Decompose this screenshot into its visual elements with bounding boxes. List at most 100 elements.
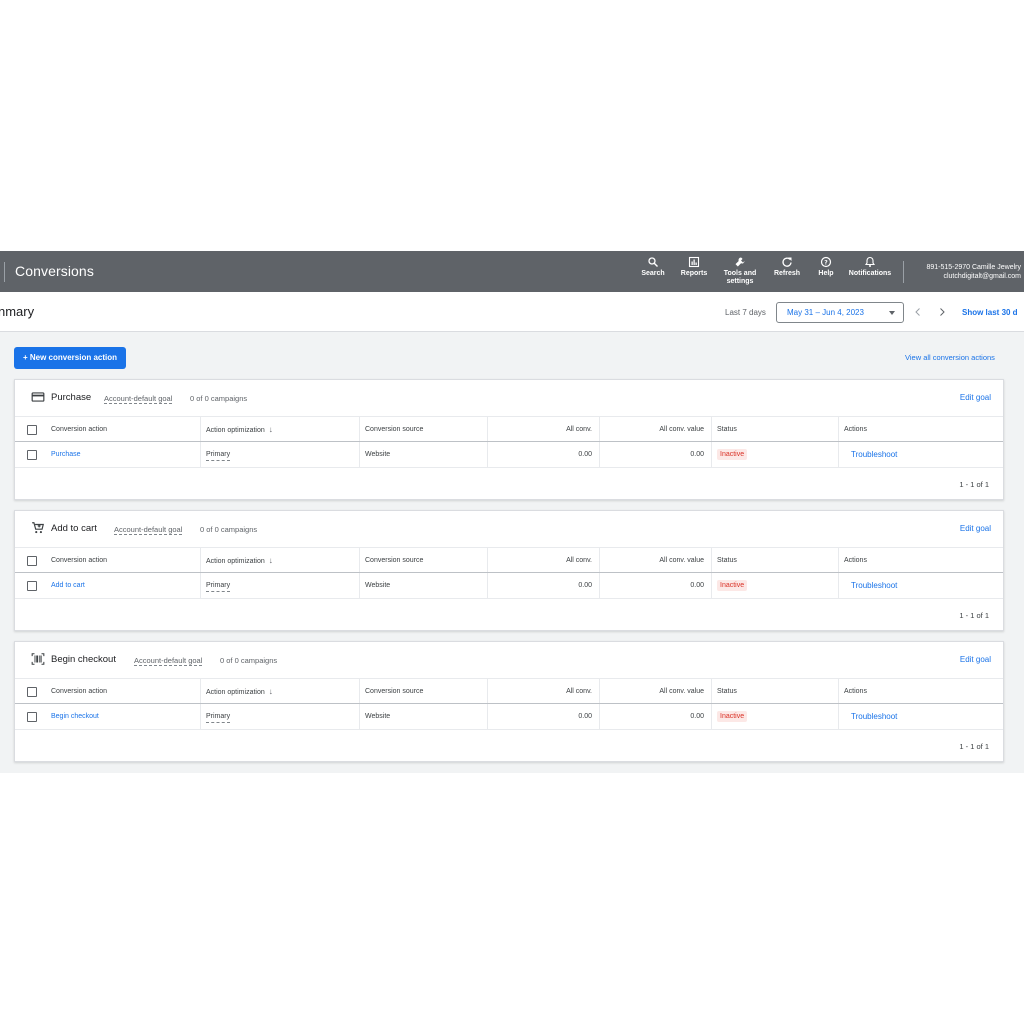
- divider: [903, 261, 904, 283]
- select-all-checkbox[interactable]: [27, 556, 37, 566]
- col-all-conv-value[interactable]: All conv. value: [659, 548, 704, 572]
- goal-name: Purchase: [51, 392, 92, 403]
- col-conversion-action[interactable]: Conversion action: [51, 679, 107, 703]
- divider: [200, 417, 201, 441]
- col-conversion-source[interactable]: Conversion source: [365, 417, 423, 441]
- account-info[interactable]: 891-515-2970 Camille Jewelry clutchdigit…: [903, 261, 1021, 283]
- reports-icon: [688, 256, 700, 268]
- caret-down-icon: [889, 311, 895, 315]
- col-actions: Actions: [844, 426, 867, 433]
- col-conversion-source[interactable]: Conversion source: [365, 548, 423, 572]
- edit-goal-link[interactable]: Edit goal: [960, 524, 991, 533]
- divider: [4, 262, 5, 282]
- conversion-source-value: Website: [365, 713, 391, 720]
- account-name: 891-515-2970 Camille Jewelry: [926, 264, 1021, 271]
- goal-campaign-count: 0 of 0 campaigns: [220, 656, 278, 665]
- goal-name: Begin checkout: [51, 654, 116, 665]
- help-label: Help: [818, 270, 834, 277]
- new-conversion-action-button[interactable]: + New conversion action: [14, 347, 126, 369]
- divider: [711, 573, 712, 598]
- divider: [487, 573, 488, 598]
- conversion-action-link[interactable]: Purchase: [51, 442, 81, 467]
- goal-name: Add to cart: [51, 523, 97, 534]
- row-checkbox[interactable]: [27, 712, 37, 722]
- col-status[interactable]: Status: [717, 417, 737, 441]
- divider: [838, 548, 839, 572]
- col-all-conv[interactable]: All conv.: [566, 679, 592, 703]
- col-conversion-action[interactable]: Conversion action: [51, 548, 107, 572]
- top-bar: Conversions Search Reports Tools and set…: [0, 251, 1024, 292]
- row-checkbox[interactable]: [27, 450, 37, 460]
- goal-tag[interactable]: Account-default goal: [114, 525, 183, 535]
- troubleshoot-link[interactable]: Troubleshoot: [851, 573, 897, 598]
- barcode-icon: [31, 653, 45, 665]
- divider: [200, 573, 201, 598]
- all-conv-value-amount: 0.00: [690, 582, 704, 589]
- col-conversion-action[interactable]: Conversion action: [51, 417, 107, 441]
- sort-arrow-icon: ↓: [268, 687, 273, 696]
- show-last-30-days-link[interactable]: Show last 30 d: [962, 308, 1018, 317]
- goal-card-add-to-cart: Add to cart Account-default goal 0 of 0 …: [14, 510, 1004, 631]
- all-conv-value-amount: 0.00: [690, 713, 704, 720]
- view-all-conversion-actions-link[interactable]: View all conversion actions: [905, 353, 995, 362]
- help-button[interactable]: ? Help: [814, 256, 838, 278]
- refresh-button[interactable]: Refresh: [771, 256, 803, 278]
- col-conversion-source[interactable]: Conversion source: [365, 679, 423, 703]
- conversion-action-link[interactable]: Begin checkout: [51, 704, 99, 729]
- col-all-conv-value[interactable]: All conv. value: [659, 679, 704, 703]
- table-header-row: Conversion action Action optimization ↓ C…: [15, 547, 1003, 573]
- status-cell: Inactive: [717, 704, 748, 729]
- divider: [838, 704, 839, 729]
- status-badge: Inactive: [717, 580, 748, 591]
- col-all-conv[interactable]: All conv.: [566, 548, 592, 572]
- chevron-right-icon[interactable]: [936, 306, 948, 318]
- search-icon: [648, 257, 658, 267]
- select-all-checkbox[interactable]: [27, 425, 37, 435]
- optimization-text[interactable]: Primary: [206, 712, 231, 723]
- divider: [838, 442, 839, 467]
- divider: [359, 442, 360, 467]
- divider: [599, 704, 600, 729]
- edit-goal-link[interactable]: Edit goal: [960, 393, 991, 402]
- col-action-optimization[interactable]: Action optimization ↓: [206, 417, 273, 441]
- col-all-conv[interactable]: All conv.: [566, 417, 592, 441]
- col-action-optimization[interactable]: Action optimization ↓: [206, 548, 273, 572]
- divider: [359, 679, 360, 703]
- conversion-source-value: Website: [365, 582, 391, 589]
- divider: [487, 704, 488, 729]
- notifications-button[interactable]: Notifications: [846, 256, 894, 278]
- col-action-optimization-label: Action optimization: [206, 558, 265, 565]
- credit-card-icon: [31, 392, 45, 402]
- edit-goal-link[interactable]: Edit goal: [960, 655, 991, 664]
- divider: [711, 442, 712, 467]
- col-status[interactable]: Status: [717, 679, 737, 703]
- date-range-picker[interactable]: May 31 – Jun 4, 2023: [776, 302, 904, 323]
- chevron-left-icon[interactable]: [912, 306, 924, 318]
- cart-icon: [32, 522, 44, 534]
- goal-tag[interactable]: Account-default goal: [104, 394, 173, 404]
- conversion-action-link[interactable]: Add to cart: [51, 573, 85, 598]
- all-conv-value: 0.00: [578, 713, 592, 720]
- divider: [200, 704, 201, 729]
- troubleshoot-link[interactable]: Troubleshoot: [851, 704, 897, 729]
- col-action-optimization[interactable]: Action optimization ↓: [206, 679, 273, 703]
- optimization-text[interactable]: Primary: [206, 581, 231, 592]
- bell-icon: [864, 256, 876, 267]
- divider: [487, 442, 488, 467]
- row-checkbox[interactable]: [27, 581, 37, 591]
- optimization-text[interactable]: Primary: [206, 450, 231, 461]
- page-title: nmary: [0, 304, 35, 319]
- search-button[interactable]: Search: [639, 256, 667, 278]
- goal-tag[interactable]: Account-default goal: [134, 656, 203, 666]
- goal-header: Add to cart Account-default goal 0 of 0 …: [15, 511, 1003, 547]
- goal-header: Purchase Account-default goal 0 of 0 cam…: [15, 380, 1003, 416]
- select-all-checkbox[interactable]: [27, 687, 37, 697]
- col-status[interactable]: Status: [717, 548, 737, 572]
- page-header: nmary Last 7 days May 31 – Jun 4, 2023 S…: [0, 292, 1024, 332]
- status-badge: Inactive: [717, 449, 748, 460]
- reports-button[interactable]: Reports: [679, 256, 709, 278]
- col-all-conv-value[interactable]: All conv. value: [659, 417, 704, 441]
- troubleshoot-link[interactable]: Troubleshoot: [851, 442, 897, 467]
- all-conv-value: 0.00: [578, 582, 592, 589]
- tools-settings-button[interactable]: Tools and settings: [720, 256, 760, 286]
